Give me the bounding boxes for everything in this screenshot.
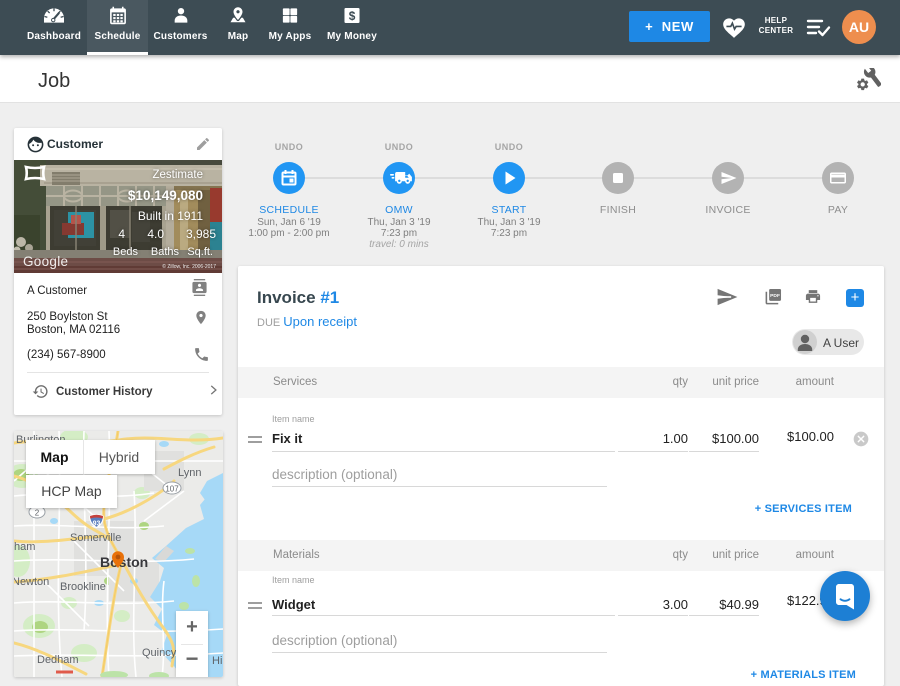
svg-text:Boston: Boston — [100, 554, 148, 570]
svg-text:2: 2 — [35, 509, 40, 518]
svg-text:107: 107 — [165, 485, 179, 494]
svg-text:Hi: Hi — [212, 655, 222, 667]
svg-text:Somerville: Somerville — [70, 532, 121, 544]
svg-text:Brookline: Brookline — [60, 581, 106, 593]
svg-text:PDF: PDF — [770, 293, 780, 299]
svg-text:93: 93 — [93, 521, 101, 528]
svg-text:$: $ — [349, 9, 356, 23]
svg-text:Quincy: Quincy — [142, 647, 177, 659]
svg-text:ham: ham — [14, 541, 35, 553]
svg-text:Lynn: Lynn — [178, 467, 201, 479]
svg-text:Newton: Newton — [14, 576, 49, 588]
svg-text:Dedham: Dedham — [37, 654, 79, 666]
